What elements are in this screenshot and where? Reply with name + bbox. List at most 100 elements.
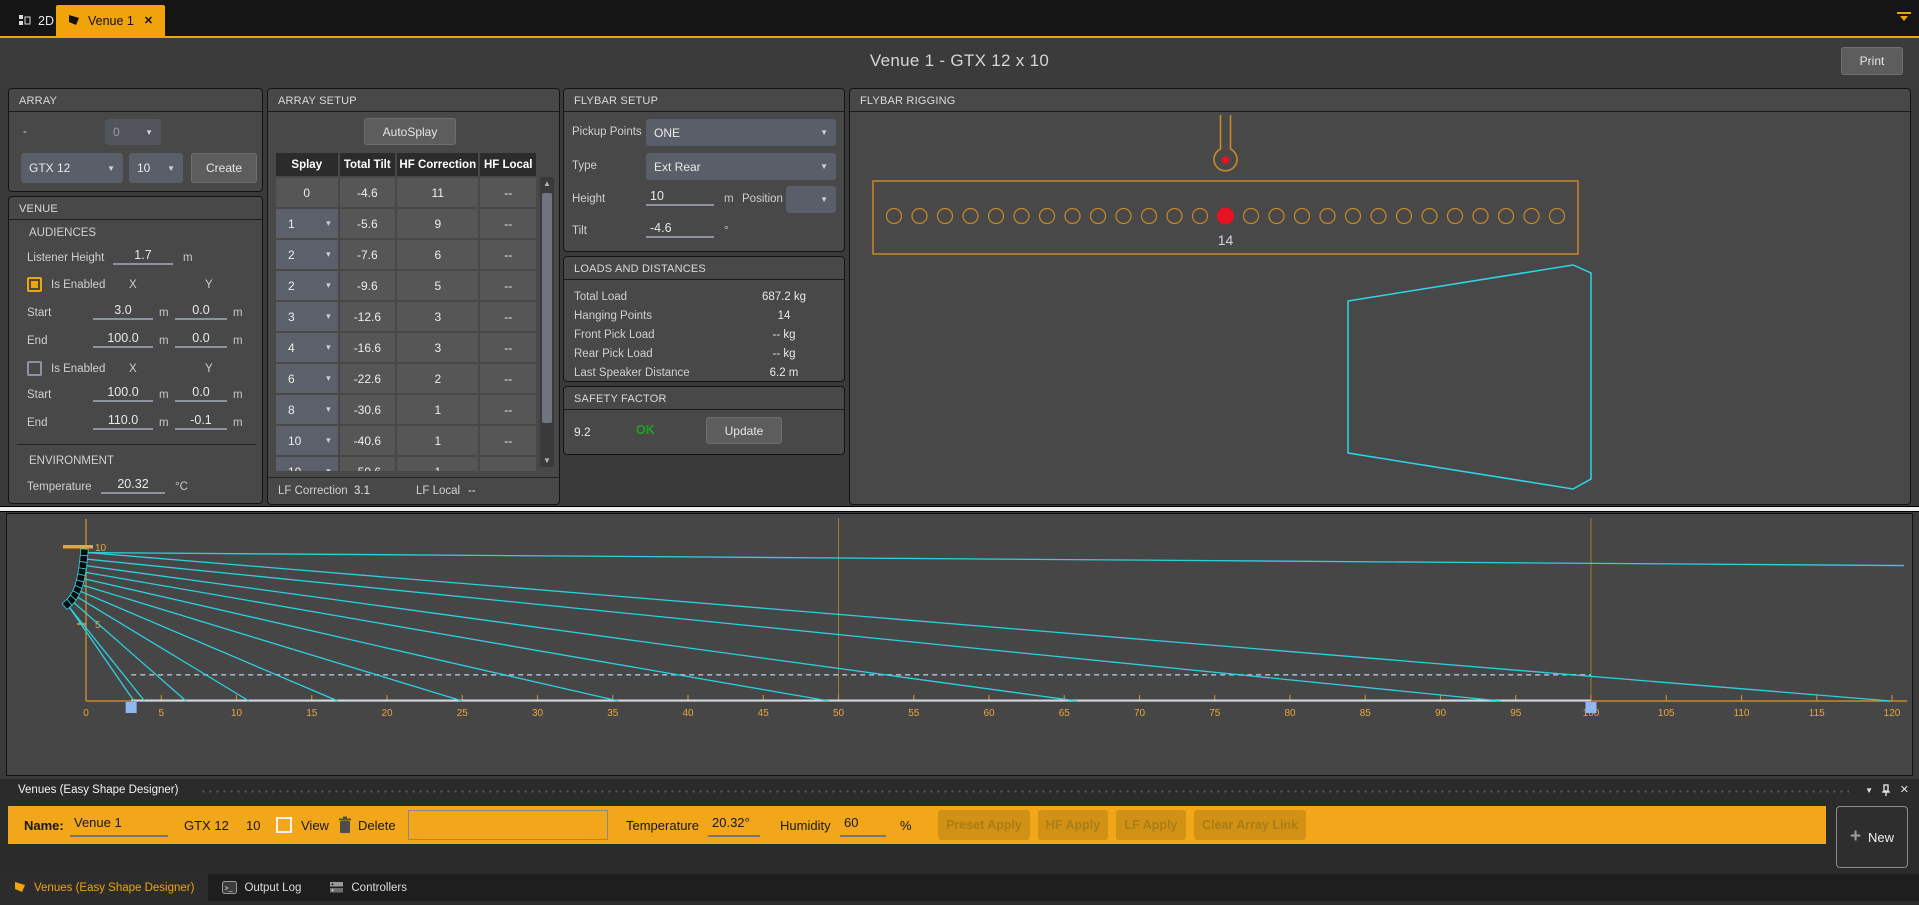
pickup-hole[interactable] (912, 209, 927, 224)
bar-humidity-input[interactable]: 60 (840, 811, 886, 837)
bottom-tab-controllers[interactable]: Controllers (315, 874, 421, 901)
tilt-input[interactable]: -4.6 (646, 221, 714, 238)
dock-close-icon[interactable]: ✕ (1900, 783, 1909, 796)
scrollbar-thumb[interactable] (542, 193, 552, 423)
scroll-down-icon[interactable]: ▼ (540, 456, 554, 465)
splay-dropdown[interactable]: 2 (276, 240, 338, 269)
bottom-tab-output-log[interactable]: >_Output Log (208, 874, 315, 901)
position-dropdown[interactable]: ▼ (786, 186, 836, 213)
hf-apply-button[interactable]: HF Apply (1038, 810, 1108, 840)
audience2-end-y-input[interactable]: -0.1 (175, 413, 227, 430)
view-checkbox-icon[interactable] (276, 817, 292, 833)
audience1-end-x-input[interactable]: 100.0 (93, 331, 153, 348)
pickup-hole[interactable] (1269, 209, 1284, 224)
audience2-enabled-checkbox[interactable] (27, 361, 42, 376)
splay-table-body: 0-4.611--1-5.69--2-7.66--2-9.65--3-12.63… (276, 178, 538, 471)
pickup-hole[interactable] (1397, 209, 1412, 224)
pickup-hole[interactable] (1422, 209, 1437, 224)
pickup-hole[interactable] (989, 209, 1004, 224)
height-input[interactable]: 10 (646, 189, 714, 206)
create-button[interactable]: Create (191, 153, 257, 183)
audience1-start-y-input[interactable]: 0.0 (175, 303, 227, 320)
clear-array-link-button[interactable]: Clear Array Link (1194, 810, 1306, 840)
dock-header-texture (200, 789, 1849, 794)
splay-dropdown[interactable]: 8 (276, 395, 338, 424)
pickup-hole[interactable] (1295, 209, 1310, 224)
flybar-rigging-diagram[interactable]: 14 (850, 89, 1910, 504)
pickup-hole[interactable] (1524, 209, 1539, 224)
window-menu-icon[interactable] (1897, 12, 1911, 24)
pickup-hole[interactable] (1346, 209, 1361, 224)
pickup-hole[interactable] (1142, 209, 1157, 224)
preset-apply-button[interactable]: Preset Apply (938, 810, 1030, 840)
splay-dropdown[interactable]: 10 (276, 457, 338, 471)
audience-handle-3m[interactable] (126, 702, 137, 713)
splitter-handle[interactable] (0, 506, 1919, 512)
lf-apply-button[interactable]: LF Apply (1116, 810, 1186, 840)
tab-close-icon[interactable]: ✕ (144, 14, 153, 27)
pickup-hole[interactable] (1244, 209, 1259, 224)
tab-venue-1[interactable]: Venue 1 ✕ (56, 5, 165, 36)
pickup-hole[interactable] (1473, 209, 1488, 224)
bar-temperature-input[interactable]: 20.32° (708, 811, 760, 837)
audience2-start-x-input[interactable]: 100.0 (93, 385, 153, 402)
bottom-tab-venues-easy-shape-designer-[interactable]: Venues (Easy Shape Designer) (0, 874, 208, 901)
pickup-hole[interactable] (1320, 209, 1335, 224)
print-button[interactable]: Print (1841, 47, 1903, 75)
splay-dropdown[interactable]: 3 (276, 302, 338, 331)
speaker-model-dropdown[interactable]: GTX 12▼ (21, 153, 123, 183)
update-button[interactable]: Update (706, 417, 782, 444)
unit-m: m (159, 335, 169, 347)
view-label[interactable]: View (301, 806, 329, 844)
pickup-hole[interactable] (1116, 209, 1131, 224)
array-count-dropdown[interactable]: 0▼ (105, 119, 161, 145)
delete-trash-icon[interactable] (338, 816, 352, 834)
autosplay-button[interactable]: AutoSplay (364, 118, 456, 145)
new-venue-button[interactable]: + New (1836, 806, 1908, 868)
array-link-field[interactable] (408, 810, 608, 840)
pickup-hole[interactable] (938, 209, 953, 224)
pickup-hole[interactable] (1167, 209, 1182, 224)
scroll-up-icon[interactable]: ▲ (540, 179, 554, 188)
audience2-is-enabled-label: Is Enabled (51, 363, 105, 375)
splay-dropdown[interactable]: 1 (276, 209, 338, 238)
audience1-start-x-input[interactable]: 3.0 (93, 303, 153, 320)
table-scrollbar[interactable]: ▲ ▼ (540, 177, 554, 467)
listener-height-input[interactable]: 1.7 (113, 248, 173, 265)
venue-2d-chart[interactable]: 1050510152025303540455055606570758085909… (6, 513, 1913, 776)
splay-dropdown[interactable]: 4 (276, 333, 338, 362)
flybar-type-dropdown[interactable]: Ext Rear▼ (646, 153, 836, 180)
pickup-hole[interactable] (1065, 209, 1080, 224)
audience1-enabled-checkbox[interactable] (27, 277, 42, 292)
pickup-hole[interactable] (1499, 209, 1514, 224)
temperature-input[interactable]: 20.32 (101, 477, 165, 494)
pickup-hole[interactable] (1014, 209, 1029, 224)
pickup-hole[interactable] (1040, 209, 1055, 224)
x-tick-label: 105 (1658, 708, 1675, 719)
pickup-hole[interactable] (1550, 209, 1565, 224)
venue-name-input[interactable]: Venue 1 (70, 811, 168, 837)
pickup-hole[interactable] (1371, 209, 1386, 224)
splay-dropdown[interactable]: 10 (276, 426, 338, 455)
audience2-end-x-input[interactable]: 110.0 (93, 413, 153, 430)
splay-dropdown[interactable]: 2 (276, 271, 338, 300)
pickup-hole[interactable] (1091, 209, 1106, 224)
delete-label[interactable]: Delete (358, 806, 396, 844)
pickup-hole[interactable] (1448, 209, 1463, 224)
speaker-qty-dropdown[interactable]: 10▼ (129, 153, 183, 183)
pickup-points-dropdown[interactable]: ONE▼ (646, 119, 836, 146)
pickup-hole[interactable] (1193, 209, 1208, 224)
speaker-aim-ray (86, 572, 829, 701)
temperature-unit: °C (175, 481, 188, 493)
tilt-unit: ° (724, 225, 729, 237)
table-row: 6-22.62-- (276, 364, 538, 393)
dock-pin-icon[interactable] (1881, 784, 1891, 796)
splay-dropdown[interactable]: 6 (276, 364, 338, 393)
dock-dropdown-icon[interactable]: ▼ (1865, 786, 1873, 795)
controllers-icon (329, 881, 344, 894)
audience-handle-100m[interactable] (1586, 702, 1597, 713)
pickup-hole[interactable] (887, 209, 902, 224)
pickup-hole[interactable] (963, 209, 978, 224)
audience1-end-y-input[interactable]: 0.0 (175, 331, 227, 348)
audience2-start-y-input[interactable]: 0.0 (175, 385, 227, 402)
